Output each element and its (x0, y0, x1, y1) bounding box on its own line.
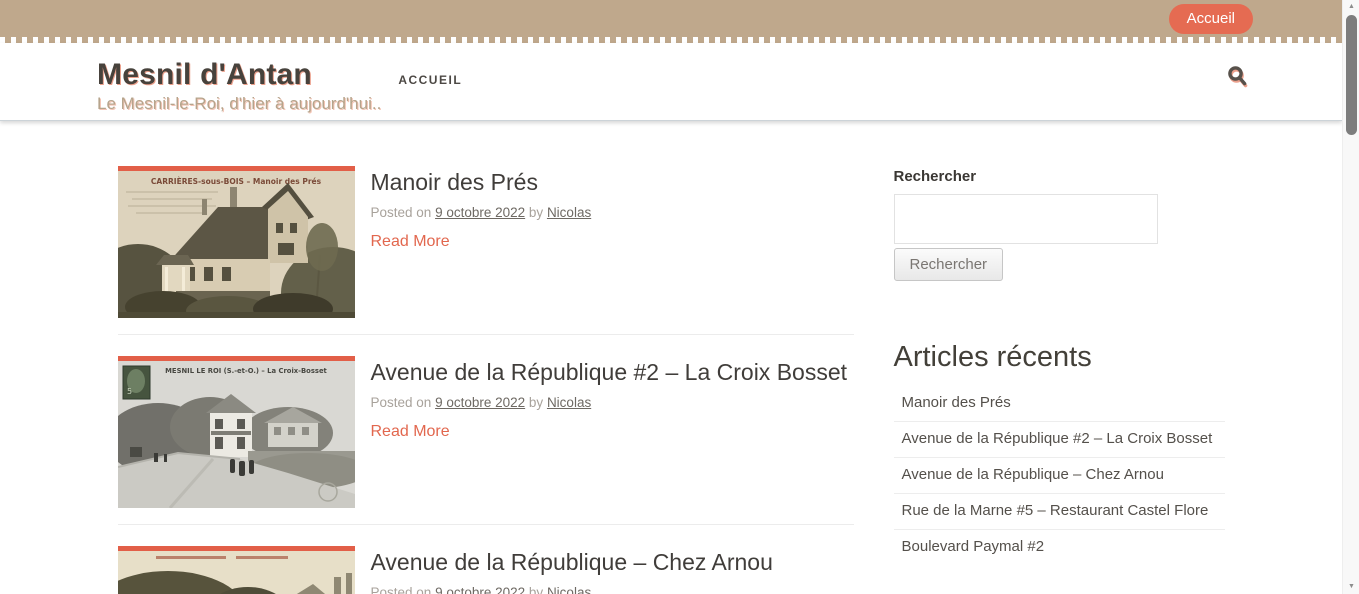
posted-on-label: Posted on (371, 585, 432, 594)
post-item: MESNIL LE ROI (S.-et-O.) – La Croix-Boss… (118, 356, 854, 525)
post-title[interactable]: Avenue de la République – Chez Arnou (371, 548, 773, 577)
post-thumbnail[interactable]: MESNIL LE ROI (S.-et-O.) – La Croix-Boss… (118, 356, 355, 508)
recent-post-link[interactable]: Rue de la Marne #5 – Restaurant Castel F… (902, 502, 1209, 519)
posted-on-label: Posted on (371, 395, 432, 410)
post-thumbnail[interactable]: CARRIÈRES-sous-BOIS – Manoir des Prés (118, 166, 355, 318)
top-bar: Accueil (0, 0, 1342, 37)
list-item: Manoir des Prés (894, 386, 1225, 422)
post-author-link[interactable]: Nicolas (547, 205, 591, 220)
main-nav: ACCUEIL (398, 71, 462, 89)
post-date-link[interactable]: 9 octobre 2022 (435, 585, 525, 594)
read-more-link[interactable]: Read More (371, 423, 450, 441)
post-date-link[interactable]: 9 octobre 2022 (435, 395, 525, 410)
site-title[interactable]: Mesnil d'Antan (97, 58, 381, 91)
search-widget: Rechercher Rechercher (894, 168, 1225, 281)
sidebar-search-button[interactable]: Rechercher (894, 248, 1004, 281)
search-icon[interactable] (1227, 66, 1251, 95)
post-meta: Posted on 9 octobre 2022 by Nicolas (371, 395, 848, 410)
sidebar: Rechercher Rechercher Articles récents M… (894, 166, 1225, 594)
page-root: Accueil Mesnil d'Antan Le Mesnil-le-Roi,… (0, 0, 1342, 594)
post-author-link[interactable]: Nicolas (547, 585, 591, 594)
scrollbar-thumb[interactable] (1346, 15, 1357, 135)
post-title[interactable]: Manoir des Prés (371, 168, 592, 197)
sidebar-search-input[interactable] (894, 194, 1158, 244)
recent-post-link[interactable]: Avenue de la République – Chez Arnou (902, 466, 1164, 483)
postcard-image-manoir: CARRIÈRES-sous-BOIS – Manoir des Prés (118, 171, 355, 318)
post-author-link[interactable]: Nicolas (547, 395, 591, 410)
list-item: Avenue de la République #2 – La Croix Bo… (894, 422, 1225, 458)
by-label: by (529, 395, 543, 410)
site-header: Mesnil d'Antan Le Mesnil-le-Roi, d'hier … (0, 43, 1342, 121)
page-scrollbar[interactable]: ▲ ▼ (1342, 0, 1359, 594)
post-meta: Posted on 9 octobre 2022 by Nicolas (371, 205, 592, 220)
svg-text:MESNIL LE ROI (S.-et-O.) – L: MESNIL LE ROI (S.-et-O.) – La Croix-Boss… (165, 367, 327, 375)
list-item: Rue de la Marne #5 – Restaurant Castel F… (894, 494, 1225, 530)
by-label: by (529, 205, 543, 220)
list-item: Avenue de la République – Chez Arnou (894, 458, 1225, 494)
recent-articles-heading: Articles récents (894, 341, 1225, 374)
scrollbar-down-arrow[interactable]: ▼ (1343, 580, 1359, 594)
post-title[interactable]: Avenue de la République #2 – La Croix Bo… (371, 358, 848, 387)
list-item: Boulevard Paymal #2 (894, 530, 1225, 565)
nav-item-accueil[interactable]: ACCUEIL (398, 73, 462, 87)
recent-post-link[interactable]: Manoir des Prés (902, 394, 1011, 411)
post-date-link[interactable]: 9 octobre 2022 (435, 205, 525, 220)
postcard-image-croix-bosset: MESNIL LE ROI (S.-et-O.) – La Croix-Boss… (118, 361, 355, 508)
svg-text:CARRIÈRES-sous-BOIS – Manoir: CARRIÈRES-sous-BOIS – Manoir des Prés (150, 177, 321, 186)
post-item: Avenue de la République – Chez Arnou Pos… (118, 546, 854, 594)
posted-on-label: Posted on (371, 205, 432, 220)
recent-articles-list: Manoir des Prés Avenue de la République … (894, 386, 1225, 565)
postcard-image-chez-arnou (118, 551, 355, 594)
post-meta: Posted on 9 octobre 2022 by Nicolas (371, 585, 773, 594)
recent-post-link[interactable]: Boulevard Paymal #2 (902, 538, 1045, 555)
svg-text:5: 5 (127, 387, 132, 396)
post-list: CARRIÈRES-sous-BOIS – Manoir des Prés (118, 166, 854, 594)
sidebar-search-label: Rechercher (894, 168, 1225, 185)
site-branding: Mesnil d'Antan Le Mesnil-le-Roi, d'hier … (91, 43, 381, 114)
search-icon-glyph (1227, 66, 1249, 90)
recent-post-link[interactable]: Avenue de la République #2 – La Croix Bo… (902, 430, 1213, 447)
topbar-accueil-button[interactable]: Accueil (1169, 4, 1253, 34)
scrollbar-up-arrow[interactable]: ▲ (1343, 0, 1359, 14)
by-label: by (529, 585, 543, 594)
post-thumbnail[interactable] (118, 546, 355, 594)
read-more-link[interactable]: Read More (371, 233, 450, 251)
post-item: CARRIÈRES-sous-BOIS – Manoir des Prés (118, 166, 854, 335)
site-tagline: Le Mesnil-le-Roi, d'hier à aujourd'hui.. (97, 94, 381, 114)
